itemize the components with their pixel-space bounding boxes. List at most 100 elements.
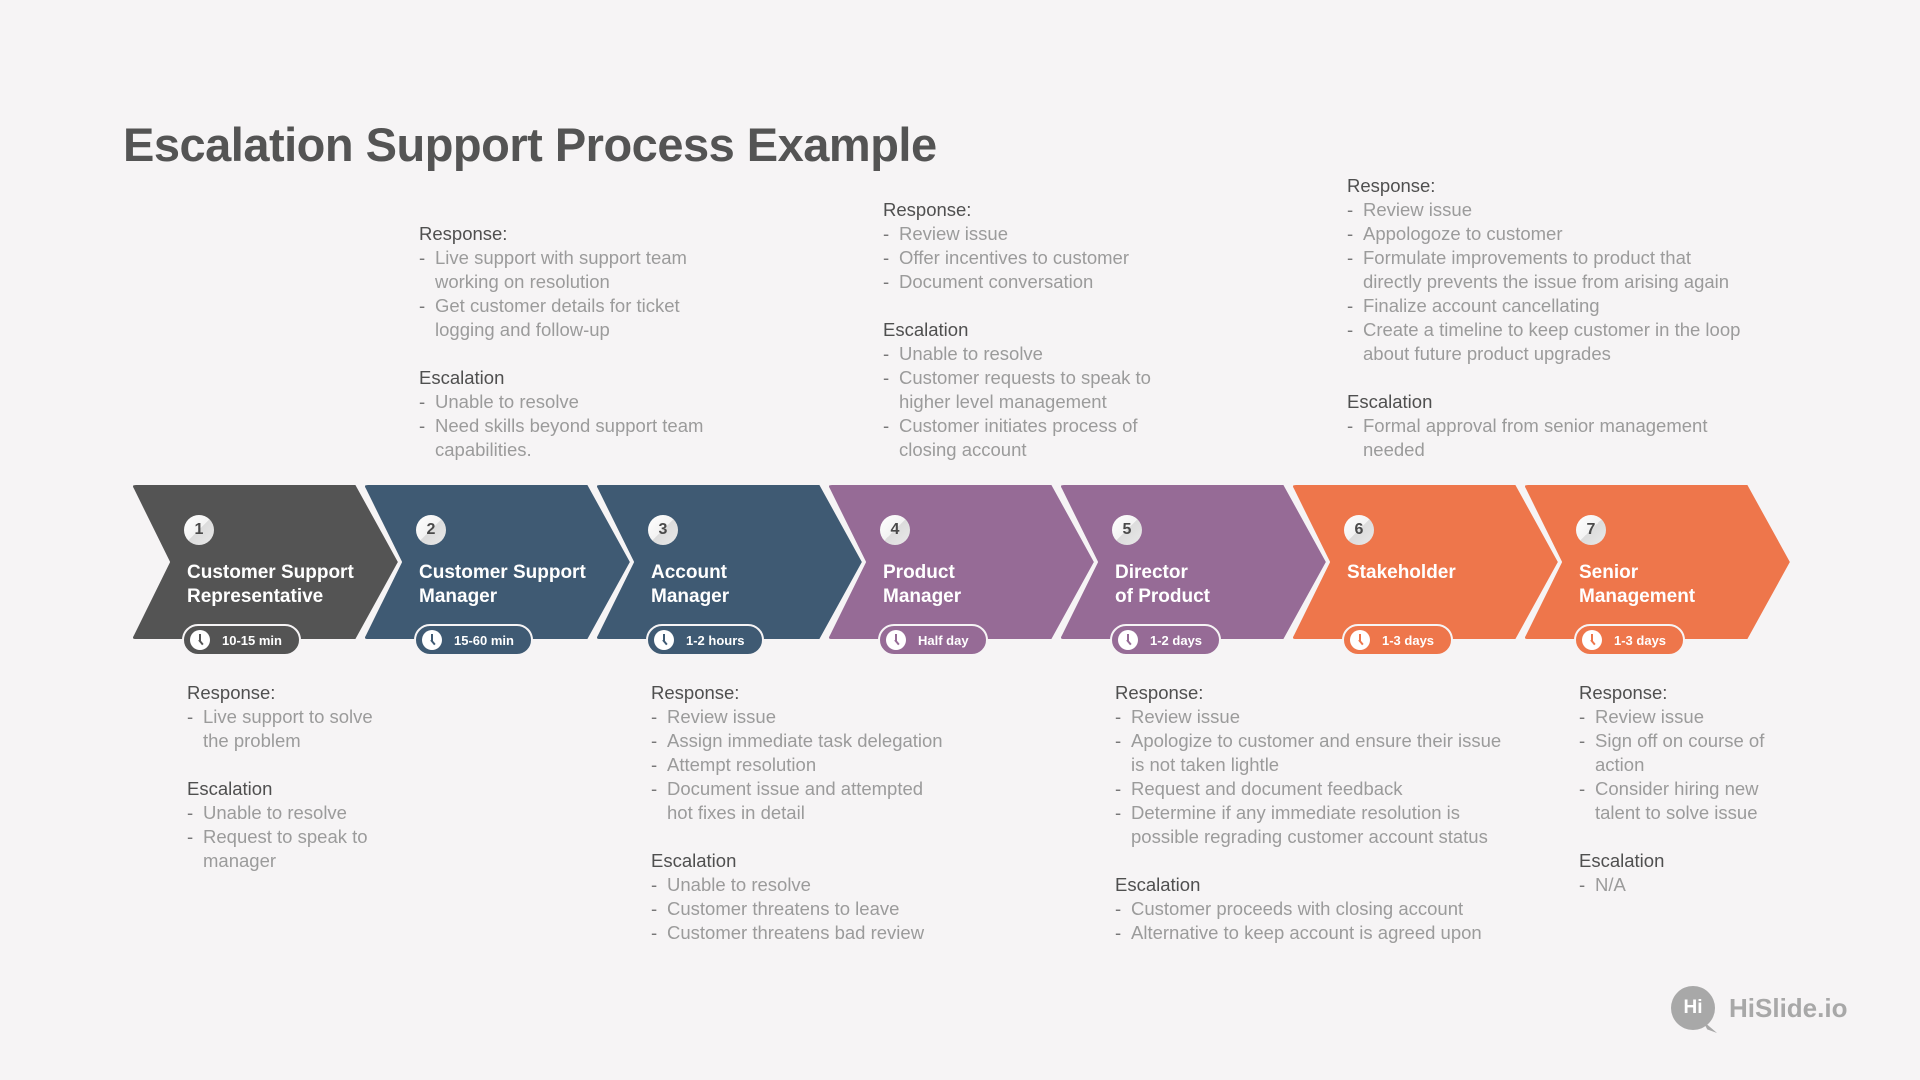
step-title-line: Customer Support [419, 562, 586, 583]
step-3: 3 Account Manager 1-2 hours [595, 484, 863, 656]
step-title: Director of Product [1115, 561, 1315, 609]
note-line: Unable to resolve [203, 802, 347, 823]
response-item: Get customer details for ticket logging a… [419, 294, 859, 342]
duration-badge: 1-3 days [1342, 624, 1454, 656]
step-notes-7: Response:Review issueSign off on course … [1579, 681, 1920, 897]
escalation-heading: Escalation [651, 850, 737, 871]
duration-label: 1-2 days [1150, 632, 1203, 648]
note-line: Apologize to customer and ensure their i… [1131, 730, 1502, 751]
step-4: 4 Product Manager Half day [827, 484, 1095, 656]
clock-icon [1582, 630, 1602, 650]
response-item: Review issue [1579, 705, 1920, 729]
duration-label: Half day [918, 632, 969, 648]
response-item: Review issue [651, 705, 1091, 729]
clock-icon [1350, 630, 1370, 650]
duration-label: 1-2 hours [686, 632, 745, 648]
escalation-item: Need skills beyond support team capabilit… [419, 414, 859, 462]
escalation-item: Customer proceeds with closing account [1115, 897, 1555, 921]
escalation-item: Unable to resolve [187, 801, 627, 825]
escalation-heading: Escalation [187, 778, 273, 799]
step-title-line: Management [1579, 586, 1696, 607]
chat-bubble-icon: Hi [1671, 986, 1715, 1030]
response-heading: Response: [187, 682, 276, 703]
note-line: Attempt resolution [667, 754, 817, 775]
response-item: Review issue [1115, 705, 1555, 729]
escalation-heading: Escalation [1347, 391, 1433, 412]
step-title-line: Senior [1579, 562, 1639, 583]
response-item: Offer incentives to customer [883, 246, 1323, 270]
clock-icon [886, 630, 906, 650]
response-item: Attempt resolution [651, 753, 1091, 777]
note-line: higher level management [899, 391, 1107, 412]
note-line: manager [203, 850, 277, 871]
step-title: Senior Management [1579, 561, 1779, 609]
note-line: Live support to solve [203, 706, 373, 727]
step-title-line: of Product [1115, 586, 1210, 607]
note-line: Request and document feedback [1131, 778, 1403, 799]
note-line: Finalize account cancellating [1363, 295, 1600, 316]
note-line: Customer initiates process of [899, 415, 1138, 436]
escalation-item: N/A [1579, 873, 1920, 897]
response-heading: Response: [883, 199, 972, 220]
response-item: Finalize account cancellating [1347, 294, 1787, 318]
note-line: Formal approval from senior management [1363, 415, 1708, 436]
duration-badge: 1-2 days [1110, 624, 1222, 656]
note-line: working on resolution [435, 271, 610, 292]
response-item: Review issue [1347, 198, 1787, 222]
note-line: Review issue [899, 223, 1008, 244]
note-line: capabilities. [435, 439, 532, 460]
escalation-heading: Escalation [419, 367, 505, 388]
step-notes-4: Response: Review issue Offer incentives to… [883, 198, 1323, 462]
escalation-heading: Escalation [1579, 850, 1665, 871]
response-item: Document conversation [883, 270, 1323, 294]
note-line: Review issue [1131, 706, 1240, 727]
clock-icon [422, 630, 442, 650]
note-line: Determine if any immediate resolution is [1131, 802, 1461, 823]
step-title-line: Manager [651, 586, 730, 607]
escalation-heading: Escalation [883, 319, 969, 340]
note-line: possible regrading customer account stat… [1131, 826, 1488, 847]
step-5: 5 Director of Product 1-2 days [1059, 484, 1327, 656]
clock-icon [1118, 630, 1138, 650]
duration-label: 15-60 min [454, 632, 514, 648]
response-item: Determine if any immediate resolution is… [1115, 801, 1555, 849]
note-line: Formulate improvements to product that [1363, 247, 1692, 268]
step-title: Customer Support Manager [419, 561, 619, 609]
step-notes-2: Response: Live support with support team w… [419, 222, 859, 462]
step-title: Account Manager [651, 561, 851, 609]
hislide-logo: Hi HiSlide.io [1671, 986, 1847, 1030]
note-line: Unable to resolve [667, 874, 811, 895]
note-line: hot fixes in detail [667, 802, 805, 823]
note-line: Unable to resolve [899, 343, 1043, 364]
note-line: Review issue [1363, 199, 1472, 220]
note-line: the problem [203, 730, 301, 751]
step-number-badge: 6 [1344, 515, 1374, 545]
duration-label: 10-15 min [222, 632, 282, 648]
note-line: Sign off on course of [1595, 730, 1765, 751]
note-line: needed [1363, 439, 1425, 460]
duration-badge: 10-15 min [182, 624, 301, 656]
note-line: Request to speak to [203, 826, 368, 847]
step-number-badge: 4 [880, 515, 910, 545]
escalation-item: Unable to resolve [883, 342, 1323, 366]
logo-text: HiSlide.io [1729, 992, 1848, 1023]
step-title-line: Customer Support [187, 562, 354, 583]
note-line: Need skills beyond support team [435, 415, 704, 436]
step-title-line: Manager [883, 586, 962, 607]
note-line: N/A [1595, 874, 1626, 895]
step-title: Customer Support Representative [187, 561, 387, 609]
note-line: Alternative to keep account is agreed up… [1131, 922, 1482, 943]
response-item: Request and document feedback [1115, 777, 1555, 801]
response-item: Live support with support team working on… [419, 246, 859, 294]
escalation-item: Unable to resolve [419, 390, 859, 414]
note-line: about future product upgrades [1363, 343, 1611, 364]
response-heading: Response: [1115, 682, 1204, 703]
step-notes-6: Response: Review issue Appologoze to custo… [1347, 174, 1787, 462]
step-title-line: Representative [187, 586, 324, 607]
note-line: Review issue [1595, 706, 1704, 727]
note-line: Review issue [667, 706, 776, 727]
